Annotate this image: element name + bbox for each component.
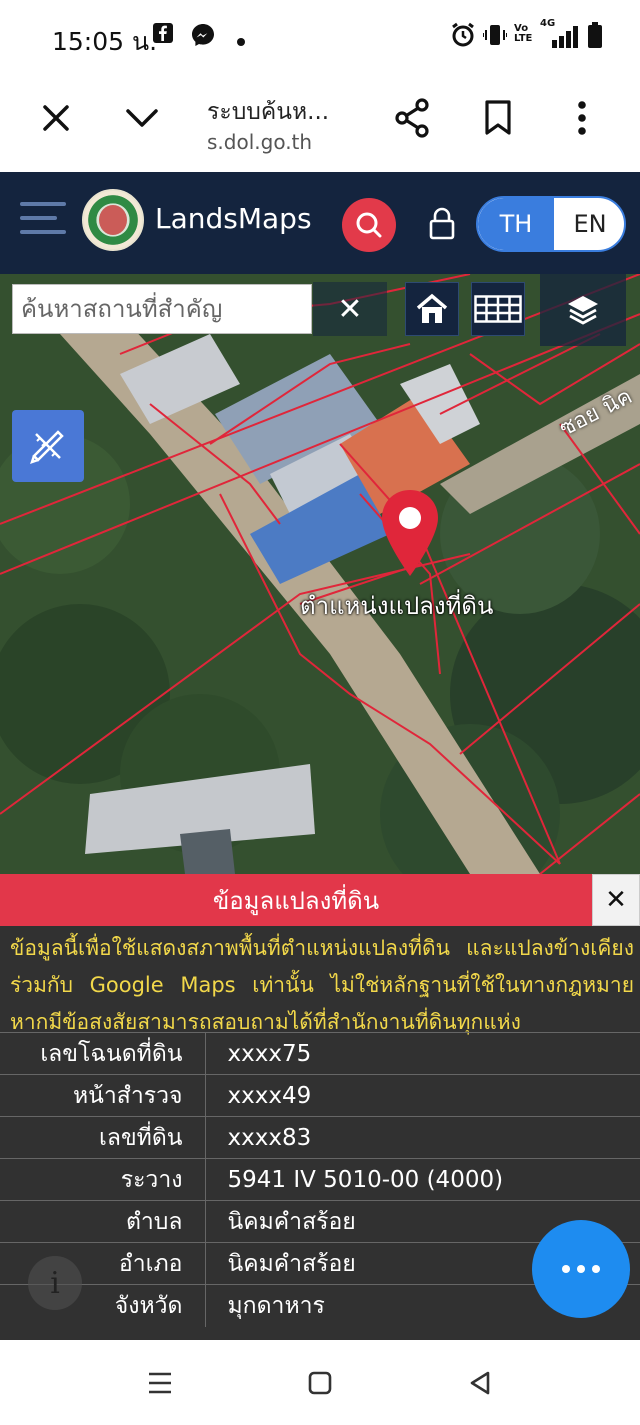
grid-button[interactable] xyxy=(471,282,525,336)
close-tab-button[interactable] xyxy=(30,92,82,144)
back-triangle-icon xyxy=(470,1371,490,1395)
table-row: หน้าสำรวจ xxxx49 xyxy=(0,1074,640,1117)
ruler-pencil-icon xyxy=(30,430,64,464)
language-en-button[interactable]: EN xyxy=(554,198,624,250)
browser-toolbar: ระบบค้นห... s.dol.go.th xyxy=(0,72,640,172)
row-label: เลขที่ดิน xyxy=(0,1116,206,1159)
overflow-menu-button[interactable] xyxy=(556,92,608,144)
menu-icon-bar xyxy=(20,202,66,206)
page-url[interactable]: s.dol.go.th xyxy=(207,130,312,154)
disclaimer-text: ข้อมูลนี้เพื่อใช้แสดงสภาพพื้นที่ตำแหน่งแ… xyxy=(10,936,634,1034)
satellite-map[interactable]: ✕ ซอย นิค ตำแหน่งแปลงที่ดิน xyxy=(0,274,640,874)
bookmark-icon xyxy=(485,100,511,135)
more-dot-icon xyxy=(562,1265,570,1273)
row-label: หน้าสำรวจ xyxy=(0,1074,206,1117)
map-pin-icon xyxy=(382,490,438,576)
layers-button[interactable] xyxy=(540,274,626,346)
recent-apps-icon xyxy=(149,1372,171,1394)
layers-icon xyxy=(568,296,598,325)
status-time: 15:05 น. xyxy=(52,27,158,56)
table-row: เลขโฉนดที่ดิน xxxx75 xyxy=(0,1032,640,1075)
notification-dot-icon xyxy=(237,31,245,50)
grid-icon xyxy=(474,295,522,323)
share-button[interactable] xyxy=(386,92,438,144)
row-value: xxxx49 xyxy=(205,1074,640,1117)
draw-measure-button[interactable] xyxy=(12,410,84,482)
collapse-button[interactable] xyxy=(116,92,168,144)
lock-icon xyxy=(429,207,455,240)
menu-button[interactable] xyxy=(20,202,66,242)
facebook-icon xyxy=(152,22,174,48)
search-button[interactable] xyxy=(342,198,396,252)
system-navigation-bar xyxy=(0,1340,640,1425)
home-square-icon xyxy=(308,1371,332,1395)
bookmark-button[interactable] xyxy=(472,92,524,144)
menu-icon-bar xyxy=(20,216,57,220)
vibrate-icon xyxy=(482,22,508,52)
row-label: ตำบล xyxy=(0,1200,206,1243)
parcel-location-pin[interactable] xyxy=(378,488,442,578)
messenger-icon xyxy=(190,22,216,52)
home-icon xyxy=(416,293,448,323)
brand-name: LandsMaps xyxy=(155,202,312,235)
share-icon xyxy=(395,98,429,138)
place-search-field[interactable] xyxy=(12,284,312,334)
map-imagery xyxy=(0,274,640,874)
place-search-input[interactable] xyxy=(13,285,311,333)
home-nav-button[interactable] xyxy=(300,1368,340,1398)
search-icon xyxy=(356,212,382,238)
department-seal-logo xyxy=(82,189,144,251)
language-toggle: TH EN xyxy=(476,196,626,252)
language-th-button[interactable]: TH xyxy=(478,198,554,250)
more-dot-icon xyxy=(592,1265,600,1273)
row-label: ระวาง xyxy=(0,1158,206,1201)
table-row: เลขที่ดิน xxxx83 xyxy=(0,1116,640,1159)
table-row: ระวาง 5941 IV 5010-00 (4000) xyxy=(0,1158,640,1201)
close-icon xyxy=(43,105,69,131)
menu-icon-bar xyxy=(20,230,66,234)
row-label: เลขโฉนดที่ดิน xyxy=(0,1032,206,1075)
signal-icon xyxy=(548,26,582,52)
back-nav-button[interactable] xyxy=(460,1368,500,1398)
info-icon[interactable]: i xyxy=(28,1256,82,1310)
row-value: xxxx75 xyxy=(205,1032,640,1075)
page-title: ระบบค้นห... xyxy=(207,99,330,125)
panel-title: ข้อมูลแปลงที่ดิน xyxy=(0,874,592,926)
row-value: xxxx83 xyxy=(205,1116,640,1159)
more-actions-button[interactable] xyxy=(532,1220,630,1318)
volte-icon: Vo LTE xyxy=(514,23,533,44)
app-header: LandsMaps TH EN xyxy=(0,172,640,274)
more-dot-icon xyxy=(577,1265,585,1273)
more-vertical-icon xyxy=(578,101,586,135)
home-button[interactable] xyxy=(405,282,459,336)
recent-apps-button[interactable] xyxy=(140,1368,180,1398)
parcel-location-label: ตำแหน่งแปลงที่ดิน xyxy=(300,592,494,620)
row-value: 5941 IV 5010-00 (4000) xyxy=(205,1158,640,1201)
panel-close-button[interactable]: ✕ xyxy=(592,874,640,926)
status-bar: 15:05 น. Vo LTE 4G xyxy=(0,0,640,72)
chevron-down-icon xyxy=(126,109,158,127)
alarm-icon xyxy=(451,22,475,52)
clear-search-button[interactable]: ✕ xyxy=(313,282,387,336)
login-button[interactable] xyxy=(427,206,457,240)
battery-icon xyxy=(588,22,602,52)
